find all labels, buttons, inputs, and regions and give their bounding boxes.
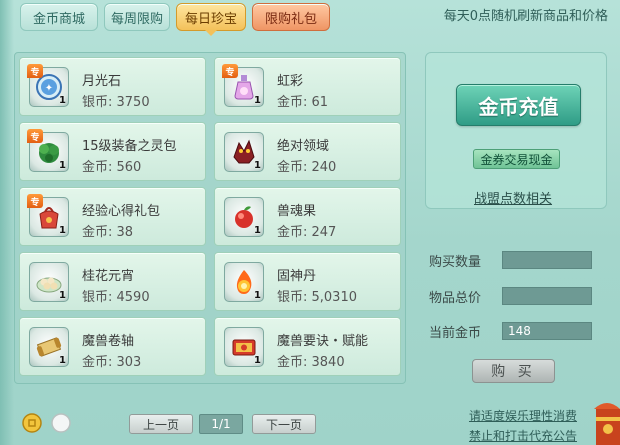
tab-weekly-limited[interactable]: 每周限购 (104, 3, 170, 31)
refresh-notice: 每天0点随机刷新商品和价格 (443, 9, 608, 24)
exclusive-badge: 专 (27, 194, 43, 208)
item-name: 桂花元宵 (82, 269, 135, 284)
exclusive-badge: 专 (27, 64, 43, 78)
item-price: 银币: 5,0310 (277, 290, 357, 305)
product-item[interactable]: 1 兽魂果 金币: 247 (214, 187, 401, 246)
quantity-label: 购买数量 (429, 255, 482, 270)
item-name: 魔兽卷轴 (82, 334, 135, 349)
alliance-points-link[interactable]: 战盟点数相关 (474, 188, 552, 207)
item-icon-frame: 1 专 (27, 194, 69, 237)
item-icon-frame: 1 (224, 262, 264, 302)
moderate-play-notice[interactable]: 请适度娱乐理性消费 (469, 407, 577, 424)
item-icon-frame: 1 (29, 327, 69, 367)
item-price: 金币: 38 (82, 225, 134, 240)
item-name: 月光石 (82, 74, 122, 89)
item-quantity: 1 (59, 225, 66, 236)
exclusive-badge: 专 (27, 129, 43, 143)
product-item[interactable]: 1 专 虹彩 金币: 61 (214, 57, 401, 116)
item-name: 魔兽要诀・赋能 (277, 334, 369, 349)
item-quantity: 1 (254, 95, 261, 106)
page-indicator: 1/1 (199, 414, 243, 434)
total-price-label: 物品总价 (429, 291, 482, 306)
item-quantity: 1 (59, 290, 66, 301)
item-quantity: 1 (254, 225, 261, 236)
item-icon-frame: 1 (224, 197, 264, 237)
item-icon-frame: 1 (224, 327, 264, 367)
item-name: 兽魂果 (277, 204, 317, 219)
coupon-exchange-button[interactable]: 金券交易现金 (473, 149, 560, 169)
item-quantity: 1 (59, 355, 66, 366)
item-name: 绝对领域 (277, 139, 330, 154)
product-grid: ✦ 1 专 月光石 银币: 3750 1 专 虹彩 金币: 61 1 专 15级… (14, 52, 406, 384)
item-name: 虹彩 (277, 74, 304, 89)
gold-recharge-button[interactable]: 金币充值 (456, 84, 581, 126)
item-name: 固神丹 (277, 269, 317, 284)
anti-proxy-recharge-notice[interactable]: 禁止和打击代充公告 (469, 427, 577, 444)
recharge-panel: 金币充值 金券交易现金 战盟点数相关 (425, 52, 607, 209)
tab-gold-mall[interactable]: 金币商城 (20, 3, 98, 31)
item-price: 金币: 61 (277, 95, 329, 110)
next-page-button[interactable]: 下一页 (252, 414, 316, 434)
current-gold-field: 148 (502, 322, 592, 340)
item-icon-frame: 1 (29, 262, 69, 302)
tab-daily-treasure[interactable]: 每日珍宝 (176, 3, 246, 36)
product-item[interactable]: 1 专 15级装备之灵包 金币: 560 (19, 122, 206, 181)
item-icon-frame: ✦ 1 专 (27, 64, 69, 107)
gold-coin-icon[interactable] (22, 413, 42, 433)
item-quantity: 1 (254, 160, 261, 171)
product-item[interactable]: ✦ 1 专 月光石 银币: 3750 (19, 57, 206, 116)
product-item[interactable]: 1 固神丹 银币: 5,0310 (214, 252, 401, 311)
product-item[interactable]: 1 绝对领域 金币: 240 (214, 122, 401, 181)
tab-limited-gift[interactable]: 限购礼包 (252, 3, 330, 31)
item-icon-frame: 1 (224, 132, 264, 172)
prev-page-button[interactable]: 上一页 (129, 414, 193, 434)
silver-coin-icon[interactable] (51, 413, 71, 433)
product-item[interactable]: 1 魔兽卷轴 金币: 303 (19, 317, 206, 376)
product-item[interactable]: 1 桂花元宵 银币: 4590 (19, 252, 206, 311)
svg-text:✦: ✦ (45, 83, 53, 94)
item-quantity: 1 (59, 95, 66, 106)
buy-button[interactable]: 购 买 (472, 359, 555, 383)
item-price: 金币: 3840 (277, 355, 345, 370)
item-price: 金币: 303 (82, 355, 142, 370)
quantity-field[interactable] (502, 251, 592, 269)
item-name: 15级装备之灵包 (82, 139, 177, 154)
item-icon-frame: 1 专 (222, 64, 264, 107)
item-quantity: 1 (254, 290, 261, 301)
exclusive-badge: 专 (222, 64, 238, 78)
item-price: 金币: 560 (82, 160, 142, 175)
treasure-chest-icon (594, 403, 620, 445)
product-item[interactable]: 1 魔兽要诀・赋能 金币: 3840 (214, 317, 401, 376)
item-price: 金币: 247 (277, 225, 337, 240)
item-name: 经验心得礼包 (82, 204, 161, 219)
item-price: 银币: 4590 (82, 290, 150, 305)
item-icon-frame: 1 专 (27, 129, 69, 172)
tab-bar: 金币商城 每周限购 每日珍宝 限购礼包 (20, 3, 330, 36)
item-price: 金币: 240 (277, 160, 337, 175)
item-quantity: 1 (59, 160, 66, 171)
item-quantity: 1 (254, 355, 261, 366)
product-item[interactable]: 1 专 经验心得礼包 金币: 38 (19, 187, 206, 246)
item-price: 银币: 3750 (82, 95, 150, 110)
total-price-field (502, 287, 592, 305)
current-gold-label: 当前金币 (429, 326, 482, 341)
